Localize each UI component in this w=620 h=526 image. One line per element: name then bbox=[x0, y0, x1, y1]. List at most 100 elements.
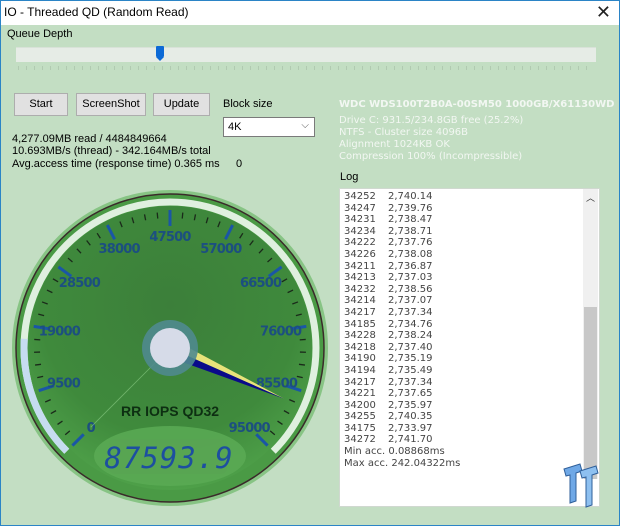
log-min-acc: Min acc. 0.08868ms bbox=[344, 446, 445, 458]
gauge-tick-label: 9500 bbox=[47, 377, 81, 392]
gauge-readout: 87593.9 bbox=[104, 441, 233, 475]
log-row: 34247 2,739.76 bbox=[344, 203, 460, 215]
drive-free: Drive C: 931.5/234.8GB free (25.2%) bbox=[339, 115, 524, 126]
log-value: 2,738.56 bbox=[388, 283, 433, 295]
log-value: 2,741.70 bbox=[388, 434, 433, 446]
log-count: 34175 bbox=[344, 422, 376, 434]
log-row: 34232 2,738.56 bbox=[344, 284, 460, 296]
block-size-label: Block size bbox=[223, 98, 273, 110]
gauge-title: RR IOPS QD32 bbox=[121, 403, 219, 419]
scrollbar-thumb[interactable] bbox=[584, 307, 597, 479]
log-count: 34190 bbox=[344, 353, 376, 365]
update-button[interactable]: Update bbox=[153, 93, 210, 116]
screenshot-button[interactable]: ScreenShot bbox=[76, 93, 146, 116]
gauge-tick-label: 95000 bbox=[229, 421, 271, 436]
log-count: 34221 bbox=[344, 388, 376, 400]
read-stat: 4,277.09MB read / 4484849664 bbox=[12, 133, 167, 145]
log-lines: 34252 2,740.14 34247 2,739.76 34231 2,738.47 3… bbox=[344, 191, 460, 469]
queue-depth-slider-thumb[interactable] bbox=[156, 46, 165, 61]
scroll-up-icon[interactable]: ︿ bbox=[586, 191, 595, 204]
counter-value: 0 bbox=[236, 158, 243, 170]
log-count: 34255 bbox=[344, 411, 376, 423]
queue-depth-slider[interactable] bbox=[16, 47, 596, 62]
log-row: 34221 2,737.65 bbox=[344, 388, 460, 400]
log-row: 34226 2,738.08 bbox=[344, 249, 460, 261]
log-value: 2,737.34 bbox=[388, 376, 433, 388]
log-value: 2,738.08 bbox=[388, 248, 433, 260]
log-value: 2,733.97 bbox=[388, 422, 433, 434]
log-value: 2,735.49 bbox=[388, 364, 433, 376]
tweaktown-logo-icon bbox=[563, 463, 599, 508]
gauge-minor-tick bbox=[34, 363, 42, 366]
access-time-stat: Avg.access time (response time) 0.365 ms bbox=[12, 158, 220, 170]
log-row: 34255 2,740.35 bbox=[344, 411, 460, 423]
drive-alignment: Alignment 1024KB OK bbox=[339, 139, 450, 150]
log-row: 34213 2,737.03 bbox=[344, 272, 460, 284]
log-row: 34217 2,737.34 bbox=[344, 307, 460, 319]
log-value: 2,740.14 bbox=[388, 191, 433, 202]
log-count: 34214 bbox=[344, 295, 376, 307]
log-row: 34231 2,738.47 bbox=[344, 214, 460, 226]
log-row: 34211 2,736.87 bbox=[344, 261, 460, 273]
log-count: 34234 bbox=[344, 225, 376, 237]
block-size-select[interactable]: 4K ⌵ bbox=[223, 117, 315, 137]
start-button[interactable]: Start bbox=[14, 93, 68, 116]
gauge-tick-label: 66500 bbox=[240, 276, 282, 291]
log-count: 34247 bbox=[344, 202, 376, 214]
log-value: 2,737.65 bbox=[388, 388, 433, 400]
log-value: 2,737.34 bbox=[388, 306, 433, 318]
log-scrollbar[interactable]: ︿ bbox=[583, 189, 598, 479]
log-row: 34252 2,740.14 bbox=[344, 191, 460, 203]
log-value: 2,737.40 bbox=[388, 341, 433, 353]
log-value: 2,736.87 bbox=[388, 260, 433, 272]
log-value: 2,738.24 bbox=[388, 330, 433, 342]
gauge-minor-tick bbox=[298, 363, 306, 366]
log-count: 34272 bbox=[344, 434, 376, 446]
log-count: 34200 bbox=[344, 399, 376, 411]
log-value: 2,734.76 bbox=[388, 318, 433, 330]
log-row: 34272 2,741.70 bbox=[344, 434, 460, 446]
log-value: 2,740.35 bbox=[388, 411, 433, 423]
drive-filesystem: NTFS - Cluster size 4096B bbox=[339, 127, 469, 138]
log-count: 34185 bbox=[344, 318, 376, 330]
log-row: 34218 2,737.40 bbox=[344, 342, 460, 354]
log-row: 34190 2,735.19 bbox=[344, 353, 460, 365]
log-count: 34231 bbox=[344, 214, 376, 226]
log-value: 2,735.97 bbox=[388, 399, 433, 411]
drive-model: WDC WDS100T2B0A-00SM50 1000GB/X61130WD bbox=[339, 99, 615, 110]
log-count: 34218 bbox=[344, 341, 376, 353]
gauge-tick-label: 57000 bbox=[200, 242, 242, 257]
log-row: 34217 2,737.34 bbox=[344, 377, 460, 389]
gauge-tick-label: 76000 bbox=[260, 324, 302, 339]
log-max-acc: Max acc. 242.04322ms bbox=[344, 457, 461, 469]
gauge-tick-label: 28500 bbox=[59, 276, 101, 291]
log-label: Log bbox=[340, 171, 359, 183]
log-row: 34234 2,738.71 bbox=[344, 226, 460, 238]
log-row: 34175 2,733.97 bbox=[344, 423, 460, 435]
queue-depth-label: Queue Depth bbox=[7, 28, 73, 40]
log-count: 34252 bbox=[344, 191, 376, 202]
log-value: 2,735.19 bbox=[388, 353, 433, 365]
log-value: 2,737.76 bbox=[388, 237, 433, 249]
log-row: 34228 2,738.24 bbox=[344, 330, 460, 342]
gauge-tick-label: 47500 bbox=[149, 230, 191, 245]
log-row: 34222 2,737.76 bbox=[344, 237, 460, 249]
log-value: 2,737.03 bbox=[388, 272, 433, 284]
log-count: 34217 bbox=[344, 376, 376, 388]
throughput-stat: 10.693MB/s (thread) - 342.164MB/s total bbox=[12, 145, 211, 157]
gauge-minor-tick bbox=[181, 212, 184, 219]
log-box[interactable]: 34252 2,740.14 34247 2,739.76 34231 2,738.47 3… bbox=[339, 188, 600, 507]
title-bar: IO - Threaded QD (Random Read) ✕ bbox=[1, 1, 619, 25]
close-icon[interactable]: ✕ bbox=[596, 3, 611, 23]
log-value: 2,738.47 bbox=[388, 214, 433, 226]
log-count: 34226 bbox=[344, 248, 376, 260]
gauge-tick-label: 19000 bbox=[39, 324, 81, 339]
chevron-down-icon: ⌵ bbox=[301, 120, 309, 131]
log-row: 34214 2,737.07 bbox=[344, 295, 460, 307]
log-count: 34213 bbox=[344, 272, 376, 284]
app-window: IO - Threaded QD (Random Read) ✕ Queue D… bbox=[0, 0, 620, 526]
log-row: 34200 2,735.97 bbox=[344, 400, 460, 412]
slider-ticks bbox=[18, 66, 594, 70]
log-row: 34185 2,734.76 bbox=[344, 319, 460, 331]
block-size-value: 4K bbox=[228, 121, 242, 133]
